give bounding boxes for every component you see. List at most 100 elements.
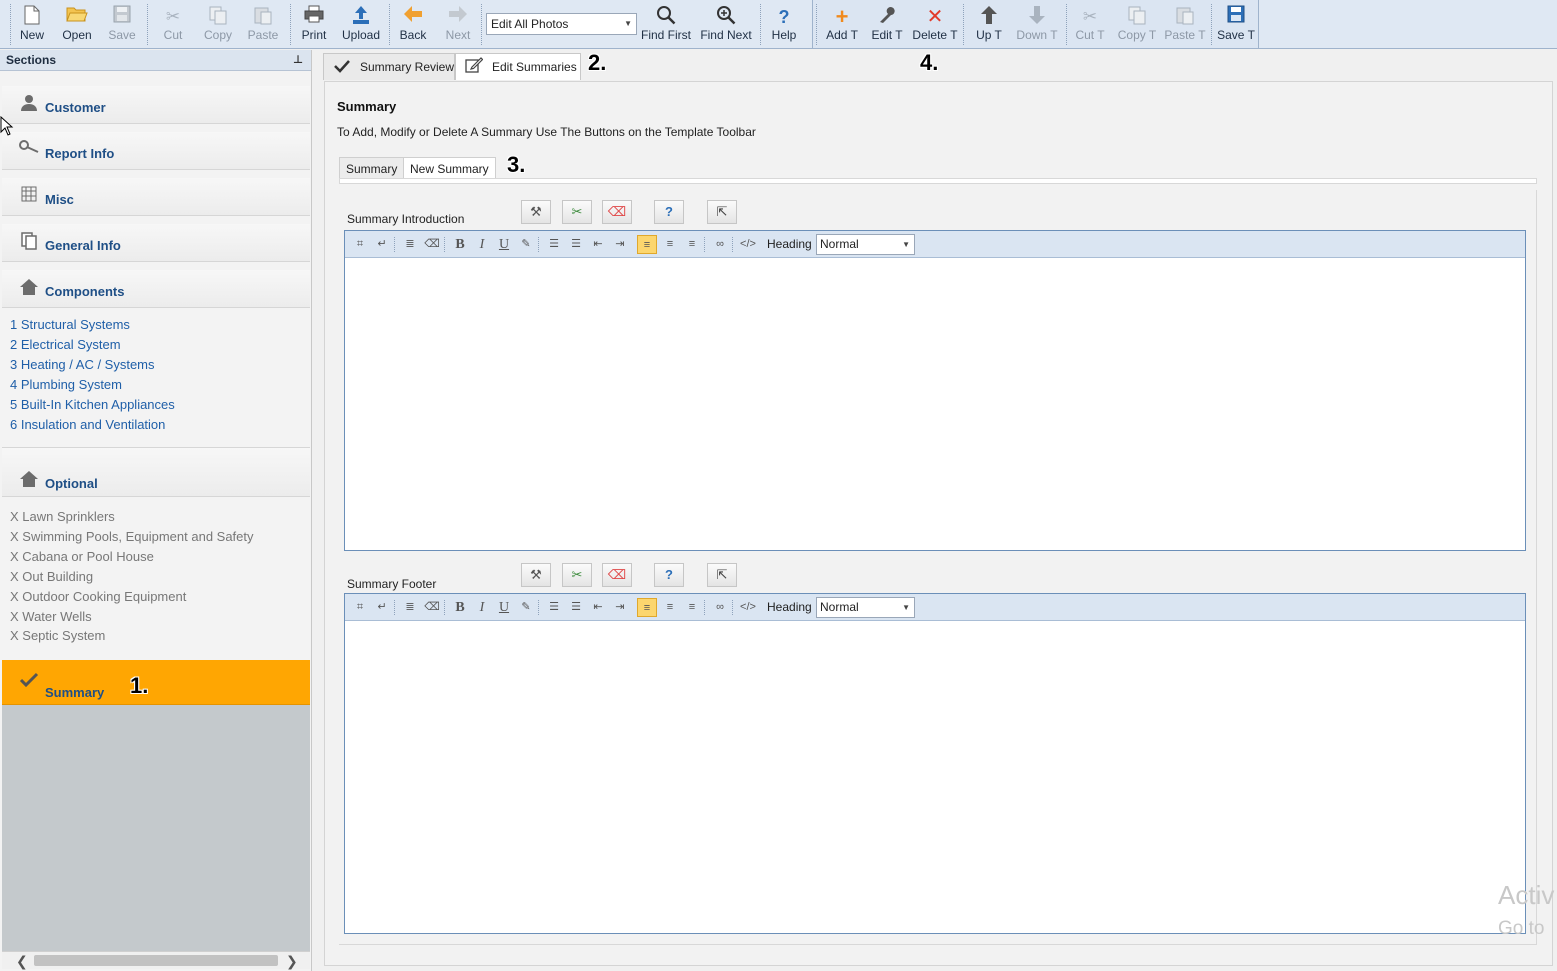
heading-select[interactable]: Normal ▼ — [816, 234, 915, 255]
optional-item[interactable]: X Lawn Sprinklers — [10, 509, 115, 524]
optional-item[interactable]: X Outdoor Cooking Equipment — [10, 589, 186, 604]
horizontal-scrollbar[interactable]: ❮ ❯ — [2, 951, 310, 969]
section-report-info[interactable]: Report Info — [2, 132, 310, 170]
cut-template-button[interactable]: ✂ Cut T — [1072, 2, 1108, 47]
bullet-list-icon[interactable]: ☰ — [566, 598, 586, 617]
save-template-button[interactable]: Save T — [1216, 2, 1256, 47]
tab-summary-review[interactable]: Summary Review — [323, 53, 455, 80]
heading-select[interactable]: Normal ▼ — [816, 597, 915, 618]
magic-wand-button[interactable]: ⚒ — [521, 563, 551, 587]
move-up-template-button[interactable]: Up T — [970, 2, 1008, 47]
upload-button[interactable]: Upload — [339, 2, 383, 47]
component-item[interactable]: 3 Heating / AC / Systems — [10, 357, 155, 372]
delete-template-button[interactable]: ✕ Delete T — [912, 2, 958, 47]
align-left-icon[interactable]: ≡ — [637, 235, 657, 254]
align-right-icon[interactable]: ≡ — [682, 598, 702, 617]
scroll-left-icon[interactable]: ❮ — [16, 952, 28, 970]
italic-icon[interactable]: I — [472, 598, 492, 617]
help-button[interactable]: ? Help — [767, 2, 801, 47]
outdent-icon[interactable]: ⇤ — [588, 598, 608, 617]
split-icon[interactable]: ⌗ — [350, 235, 370, 254]
pin-icon[interactable]: ⊥ — [293, 50, 303, 70]
paste-button[interactable]: Paste — [244, 2, 282, 47]
optional-item[interactable]: X Water Wells — [10, 609, 92, 624]
optional-item[interactable]: X Cabana or Pool House — [10, 549, 154, 564]
optional-item[interactable]: X Out Building — [10, 569, 93, 584]
move-down-template-button[interactable]: Down T — [1014, 2, 1060, 47]
bullet-list-icon[interactable]: ☰ — [566, 235, 586, 254]
justify-icon[interactable]: ≣ — [400, 235, 420, 254]
find-first-button[interactable]: Find First — [640, 2, 692, 47]
section-optional[interactable]: Optional — [2, 447, 310, 497]
popout-button[interactable]: ⇱ — [707, 200, 737, 224]
cut-button[interactable]: ✂ Cut — [155, 2, 191, 47]
link-icon[interactable]: ∞ — [710, 235, 730, 254]
optional-item[interactable]: X Septic System — [10, 628, 105, 643]
copy-template-button[interactable]: Copy T — [1114, 2, 1160, 47]
ordered-list-icon[interactable]: ☰ — [544, 598, 564, 617]
next-button[interactable]: Next — [440, 2, 476, 47]
print-button[interactable]: Print — [297, 2, 331, 47]
clear-format-icon[interactable]: ⌫ — [422, 598, 442, 617]
new-button[interactable]: New — [14, 2, 50, 47]
align-left-icon[interactable]: ≡ — [637, 598, 657, 617]
section-components[interactable]: Components — [2, 270, 310, 308]
align-right-icon[interactable]: ≡ — [682, 235, 702, 254]
tab-edit-summaries[interactable]: Edit Summaries — [455, 53, 581, 80]
bold-icon[interactable]: B — [450, 598, 470, 617]
brush-icon[interactable]: ✎ — [516, 598, 536, 617]
underline-icon[interactable]: U — [494, 598, 514, 617]
summary-introduction-editor[interactable]: ⌗ ↵ ≣ ⌫ B I U ✎ ☰ ☰ ⇤ ⇥ ≡ ≡ ≡ ∞ </> Head… — [344, 230, 1526, 551]
eraser-button[interactable]: ⌫ — [602, 563, 632, 587]
align-center-icon[interactable]: ≡ — [660, 235, 680, 254]
magic-wand-button[interactable]: ⚒ — [521, 200, 551, 224]
tools-button[interactable]: ✂ — [562, 563, 592, 587]
link-icon[interactable]: ∞ — [710, 598, 730, 617]
open-button[interactable]: Open — [58, 2, 96, 47]
help-button-footer[interactable]: ? — [654, 563, 684, 587]
section-misc[interactable]: Misc — [2, 178, 310, 216]
scrollbar-thumb[interactable] — [34, 955, 278, 966]
component-item[interactable]: 2 Electrical System — [10, 337, 121, 352]
summary-footer-editor[interactable]: ⌗ ↵ ≣ ⌫ B I U ✎ ☰ ☰ ⇤ ⇥ ≡ ≡ ≡ ∞ </> Head… — [344, 593, 1526, 934]
back-button[interactable]: Back — [395, 2, 431, 47]
paste-template-button[interactable]: Paste T — [1162, 2, 1208, 47]
popout-button[interactable]: ⇱ — [707, 563, 737, 587]
brush-icon[interactable]: ✎ — [516, 235, 536, 254]
indent-icon[interactable]: ⇥ — [610, 598, 630, 617]
component-item[interactable]: 4 Plumbing System — [10, 377, 122, 392]
italic-icon[interactable]: I — [472, 235, 492, 254]
source-code-icon[interactable]: </> — [738, 598, 758, 617]
justify-icon[interactable]: ≣ — [400, 598, 420, 617]
line-break-icon[interactable]: ↵ — [372, 598, 392, 617]
inner-tab-new-summary[interactable]: New Summary — [403, 157, 496, 180]
section-summary[interactable]: Summary — [2, 660, 310, 705]
copy-button[interactable]: Copy — [199, 2, 237, 47]
align-center-icon[interactable]: ≡ — [660, 598, 680, 617]
component-item[interactable]: 6 Insulation and Ventilation — [10, 417, 165, 432]
component-item[interactable]: 1 Structural Systems — [10, 317, 130, 332]
scroll-right-icon[interactable]: ❯ — [286, 952, 298, 970]
split-icon[interactable]: ⌗ — [350, 598, 370, 617]
photo-mode-select[interactable]: Edit All Photos ▼ — [486, 13, 637, 35]
indent-icon[interactable]: ⇥ — [610, 235, 630, 254]
underline-icon[interactable]: U — [494, 235, 514, 254]
clear-format-icon[interactable]: ⌫ — [422, 235, 442, 254]
optional-item[interactable]: X Swimming Pools, Equipment and Safety — [10, 529, 254, 544]
find-next-button[interactable]: Find Next — [698, 2, 754, 47]
save-button[interactable]: Save — [104, 2, 140, 47]
bold-icon[interactable]: B — [450, 235, 470, 254]
eraser-button[interactable]: ⌫ — [602, 200, 632, 224]
ordered-list-icon[interactable]: ☰ — [544, 235, 564, 254]
help-button-intro[interactable]: ? — [654, 200, 684, 224]
add-template-button[interactable]: + Add T — [822, 2, 862, 47]
component-item[interactable]: 5 Built-In Kitchen Appliances — [10, 397, 175, 412]
section-customer[interactable]: Customer — [2, 86, 310, 124]
section-general-info[interactable]: General Info — [2, 224, 310, 262]
line-break-icon[interactable]: ↵ — [372, 235, 392, 254]
inner-tab-summary[interactable]: Summary — [339, 157, 405, 180]
edit-template-button[interactable]: Edit T — [866, 2, 908, 47]
source-code-icon[interactable]: </> — [738, 235, 758, 254]
tools-button[interactable]: ✂ — [562, 200, 592, 224]
outdent-icon[interactable]: ⇤ — [588, 235, 608, 254]
